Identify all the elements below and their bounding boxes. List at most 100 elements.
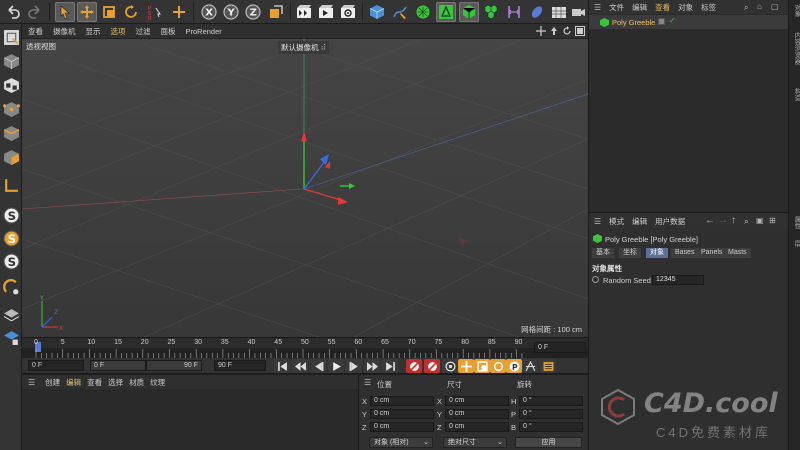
material-menu-texture[interactable]: 纹理 — [150, 377, 165, 388]
snap-icon[interactable]: S — [1, 205, 21, 225]
prev-frame-button[interactable] — [310, 359, 326, 373]
array-generator-icon[interactable] — [436, 2, 456, 22]
texture-mode-icon[interactable] — [1, 75, 21, 95]
axis-gizmo[interactable] — [301, 131, 355, 205]
back-arrow-icon[interactable]: ← — [705, 215, 715, 226]
tab-masts[interactable]: Masts — [724, 248, 751, 258]
object-menu-file[interactable]: 文件 — [609, 2, 624, 13]
attribute-menu-edit[interactable]: 编辑 — [632, 216, 647, 227]
y-axis-lock-icon[interactable]: Y — [221, 2, 241, 22]
search-icon[interactable]: ⌕ — [744, 3, 748, 13]
position-x-field[interactable]: 0 cm — [370, 396, 434, 406]
forward-arrow-icon[interactable]: → — [718, 215, 728, 226]
attribute-menu-mode[interactable]: 模式 — [609, 216, 624, 227]
viewport-menu-display[interactable]: 显示 — [86, 26, 101, 37]
tab-basic[interactable]: 基本 — [592, 248, 614, 258]
play-button[interactable] — [328, 359, 344, 373]
menu-icon[interactable]: ☰ — [28, 378, 35, 387]
scale-tool-icon[interactable] — [99, 2, 119, 22]
model-mode-icon[interactable] — [1, 51, 21, 71]
rotation-h-field[interactable]: 0 ° — [519, 396, 583, 406]
default-camera-label[interactable]: 默认摄像机 ⠾ — [278, 41, 330, 54]
size-mode-dropdown[interactable]: 绝对尺寸 ⌄ — [443, 437, 507, 448]
attribute-menu-userdata[interactable]: 用户数据 — [655, 216, 685, 227]
current-frame-field[interactable]: 0 F — [534, 342, 586, 353]
menu-icon[interactable]: ☰ — [594, 3, 601, 12]
up-arrow-icon[interactable]: ↑ — [731, 215, 736, 226]
material-menu-view[interactable]: 查看 — [87, 377, 102, 388]
object-menu-tags[interactable]: 标签 — [701, 2, 716, 13]
goto-end-button[interactable] — [382, 359, 398, 373]
rotation-b-field[interactable]: 0 ° — [519, 422, 583, 432]
recent-tools-icon[interactable]: PSR — [145, 2, 165, 22]
viewport-menu-view[interactable]: 查看 — [28, 26, 43, 37]
scale-key-button[interactable] — [474, 359, 490, 373]
create-null-icon[interactable] — [169, 2, 189, 22]
size-y-field[interactable]: 0 cm — [445, 409, 509, 419]
editor-visibility-icon[interactable] — [658, 18, 665, 25]
animation-key-icon[interactable] — [592, 276, 599, 283]
render-settings-icon[interactable] — [338, 2, 358, 22]
new-window-icon[interactable]: ⊞ — [769, 216, 776, 225]
render-to-picture-viewer-icon[interactable] — [316, 2, 336, 22]
scene-floor-icon[interactable] — [549, 2, 569, 22]
timeline-window-button[interactable] — [540, 359, 556, 373]
coordinate-system-icon[interactable] — [266, 2, 286, 22]
viewport-menu-options[interactable]: 选项 — [111, 26, 126, 37]
viewport-move-icon[interactable] — [536, 26, 546, 38]
rotation-key-button[interactable] — [490, 359, 506, 373]
viewport-menu-cameras[interactable]: 摄像机 — [53, 26, 76, 37]
start-frame-field[interactable]: 0 F — [28, 360, 84, 371]
material-menu-edit[interactable]: 编辑 — [66, 377, 81, 388]
goto-start-button[interactable] — [274, 359, 290, 373]
max-frame-field[interactable]: 90 F — [146, 360, 202, 371]
next-key-button[interactable] — [364, 359, 380, 373]
object-menu-object[interactable]: 对象 — [678, 2, 693, 13]
prev-key-button[interactable] — [292, 359, 308, 373]
rotation-p-field[interactable]: 0 ° — [519, 409, 583, 419]
tab-coordinates[interactable]: 坐标 — [619, 248, 641, 258]
viewport-menu-panel[interactable]: 面板 — [161, 26, 176, 37]
next-frame-button[interactable] — [346, 359, 362, 373]
home-icon[interactable]: ⌂ — [757, 2, 762, 11]
menu-icon[interactable]: ☰ — [594, 217, 601, 226]
point-level-animation-button[interactable] — [522, 359, 538, 373]
viewport-layout-icon[interactable] — [575, 26, 585, 38]
coordinate-mode-dropdown[interactable]: 对象 (相对) ⌄ — [369, 437, 433, 448]
lock-icon[interactable]: ▣ — [756, 216, 764, 225]
pen-spline-icon[interactable] — [390, 2, 410, 22]
search-icon[interactable]: ⌕ — [744, 216, 749, 227]
position-key-button[interactable] — [458, 359, 474, 373]
edge-mode-icon[interactable] — [1, 123, 21, 143]
object-menu-view[interactable]: 查看 — [655, 2, 670, 13]
material-menu-material[interactable]: 材质 — [129, 377, 144, 388]
camera-icon[interactable] — [568, 2, 588, 22]
material-list[interactable] — [22, 389, 358, 450]
timeline-ruler[interactable]: 0 5 10 15 20 25 30 35 40 45 50 55 60 65 70 75 80 85 90 0 F — [22, 338, 588, 358]
side-tab-layers[interactable]: 层 — [791, 240, 800, 247]
redo-icon[interactable] — [25, 2, 45, 22]
solo-mode-icon[interactable] — [1, 327, 21, 347]
side-tab-attributes[interactable]: 属性 — [791, 216, 800, 229]
tab-object[interactable]: 对象 — [646, 248, 668, 258]
point-mode-icon[interactable] — [1, 99, 21, 119]
deformer-bend-icon[interactable] — [504, 2, 524, 22]
cloner-icon[interactable] — [459, 2, 479, 22]
new-view-icon[interactable]: ▢ — [771, 2, 779, 11]
side-tab-objects[interactable]: 对象 — [791, 4, 800, 17]
live-select-icon[interactable] — [55, 2, 75, 22]
position-y-field[interactable]: 0 cm — [370, 409, 434, 419]
random-seed-field[interactable]: 12345 — [652, 275, 704, 285]
apply-button[interactable]: 应用 — [515, 437, 582, 448]
side-tab-content-browser[interactable]: 内容浏览器 — [791, 32, 800, 65]
size-z-field[interactable]: 0 cm — [445, 422, 509, 432]
keyframe-selection-button[interactable] — [442, 359, 458, 373]
enable-checkmark-icon[interactable]: ✓ — [669, 16, 676, 25]
z-axis-lock-icon[interactable]: Z — [243, 2, 263, 22]
x-axis-lock-icon[interactable]: X — [199, 2, 219, 22]
rotate-tool-icon[interactable] — [121, 2, 141, 22]
min-frame-field[interactable]: 0 F — [90, 360, 146, 371]
axis-mode-icon[interactable] — [1, 175, 21, 195]
side-tab-structure[interactable]: 构造 — [791, 88, 800, 101]
cube-primitive-icon[interactable] — [367, 2, 387, 22]
